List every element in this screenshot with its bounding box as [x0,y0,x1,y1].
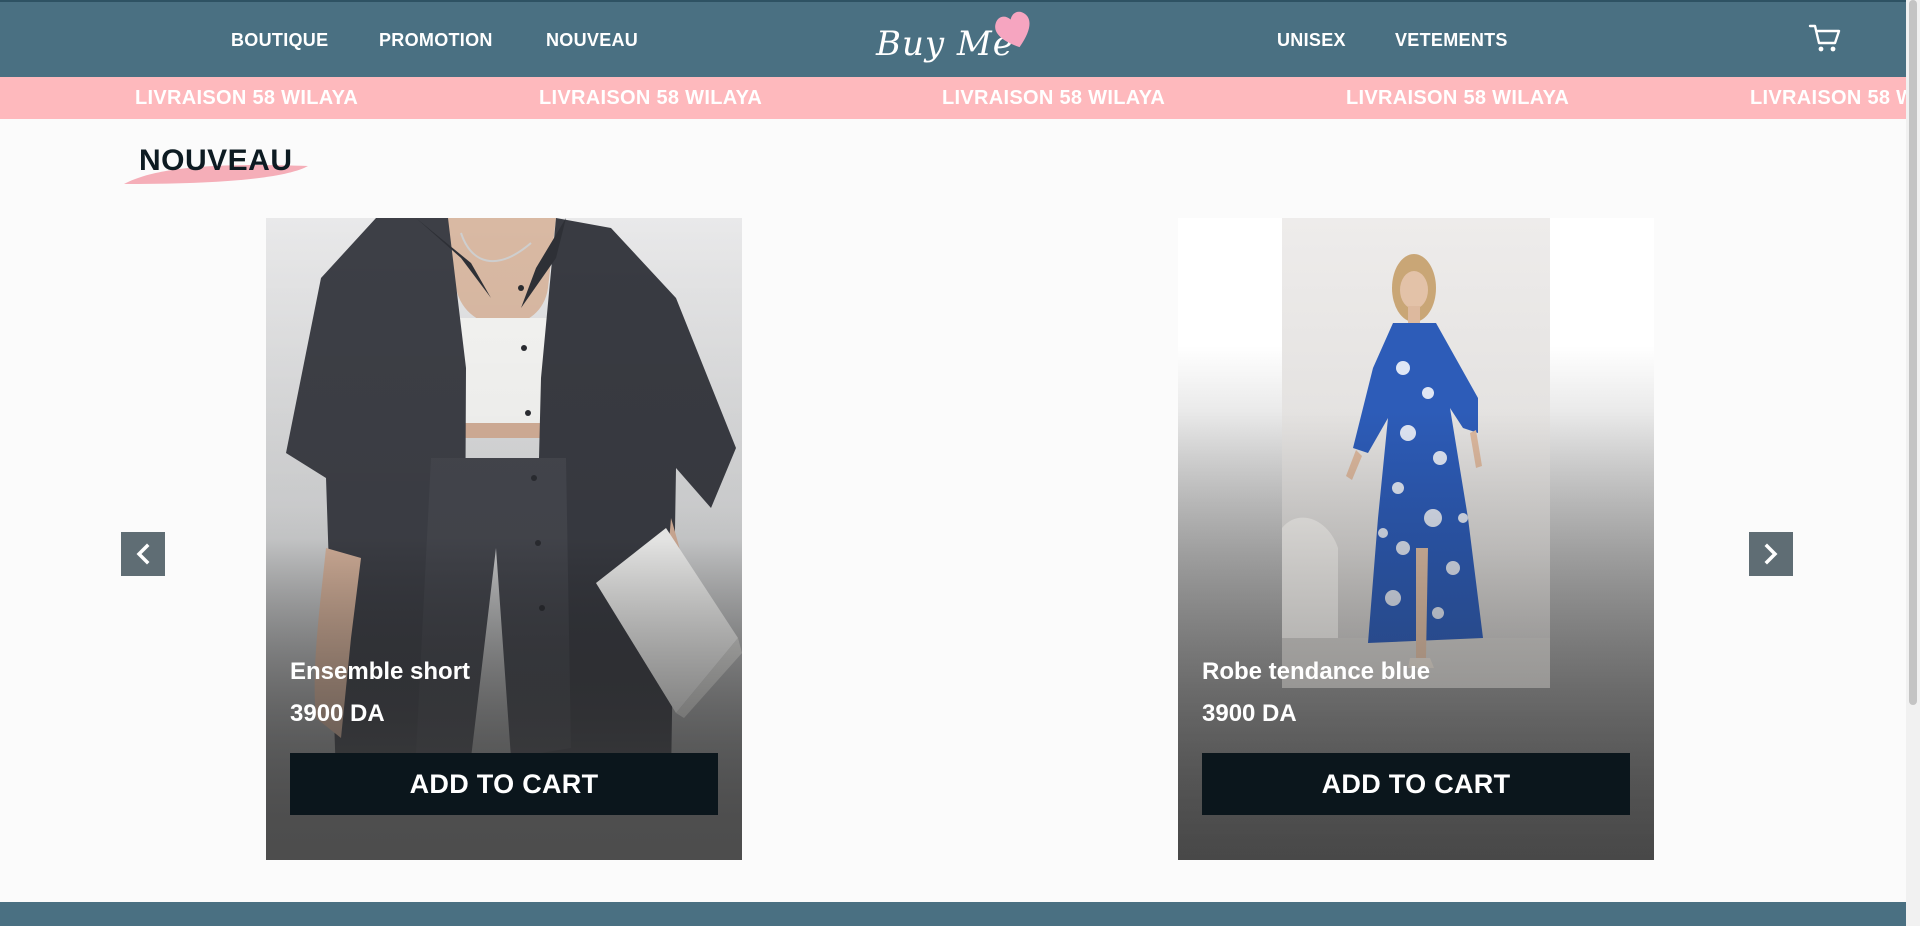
add-to-cart-button[interactable]: ADD TO CART [290,753,718,815]
heart-icon [995,11,1030,48]
product-price: 3900 DA [290,700,385,727]
cart-icon[interactable] [1808,22,1842,56]
nav-link-vetements[interactable]: VETEMENTS [1395,30,1508,51]
product-title[interactable]: Robe tendance blue [1202,658,1430,686]
logo[interactable]: Buy Me [876,8,1036,68]
nav-link-unisex[interactable]: UNISEX [1277,30,1346,51]
marquee-text: LIVRAISON 58 WILAYA [1750,87,1920,109]
product-price: 3900 DA [1202,700,1297,727]
marquee-text: LIVRAISON 58 WILAYA [1346,87,1570,109]
shipping-marquee: LIVRAISON 58 WILAYA LIVRAISON 58 WILAYA … [0,77,1920,119]
carousel-next-button[interactable] [1749,532,1793,576]
chevron-right-icon [1764,543,1778,565]
carousel-prev-button[interactable] [121,532,165,576]
section-title: NOUVEAU [139,144,293,177]
scrollbar-thumb[interactable] [1909,0,1917,705]
scrollbar[interactable] [1906,0,1920,926]
product-title[interactable]: Ensemble short [290,658,470,686]
product-card[interactable]: Ensemble short 3900 DA ADD TO CART [266,218,742,860]
section-heading: NOUVEAU [120,140,320,192]
site-header: BOUTIQUE PROMOTION NOUVEAU Buy Me UNISEX… [0,0,1920,77]
marquee-text: LIVRAISON 58 WILAYA [135,87,359,109]
chevron-left-icon [136,543,150,565]
marquee-text: LIVRAISON 58 WILAYA [942,87,1166,109]
nav-link-nouveau[interactable]: NOUVEAU [546,30,638,51]
marquee-text: LIVRAISON 58 WILAYA [539,87,763,109]
nav-link-boutique[interactable]: BOUTIQUE [231,30,328,51]
nav-link-promotion[interactable]: PROMOTION [379,30,493,51]
add-to-cart-button[interactable]: ADD TO CART [1202,753,1630,815]
footer [0,902,1906,926]
product-card[interactable]: Robe tendance blue 3900 DA ADD TO CART [1178,218,1654,860]
